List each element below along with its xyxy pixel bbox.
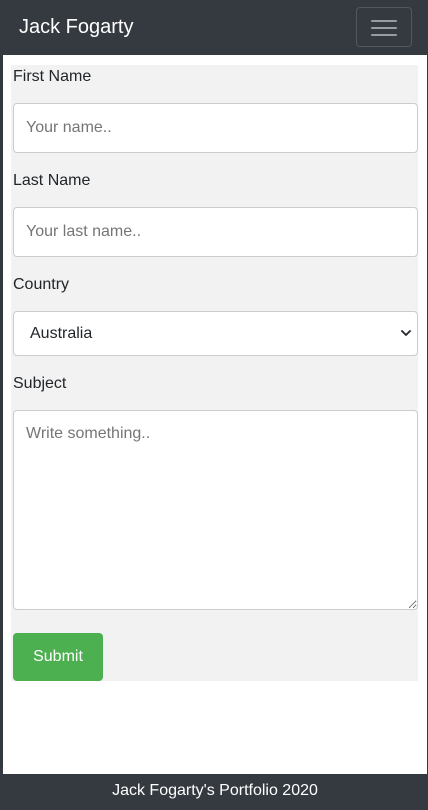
hamburger-menu-icon <box>371 18 397 38</box>
page-frame: Jack Fogarty First Name Last Name Countr… <box>0 0 428 810</box>
first-name-input[interactable] <box>13 103 418 153</box>
last-name-input[interactable] <box>13 207 418 257</box>
first-name-label: First Name <box>13 68 92 85</box>
subject-textarea[interactable] <box>13 410 418 610</box>
country-label: Country <box>13 276 70 293</box>
navbar: Jack Fogarty <box>3 0 427 55</box>
country-selected-value: Australia <box>30 325 93 342</box>
footer: Jack Fogarty's Portfolio 2020 <box>3 774 427 810</box>
navbar-toggler-button[interactable] <box>356 7 412 47</box>
chevron-down-icon <box>401 330 411 336</box>
subject-label: Subject <box>13 375 67 392</box>
submit-button[interactable]: Submit <box>13 633 103 681</box>
contact-form: First Name Last Name Country Australia S… <box>11 65 418 681</box>
country-select[interactable]: Australia <box>13 311 418 356</box>
last-name-label: Last Name <box>13 172 91 189</box>
navbar-brand[interactable]: Jack Fogarty <box>19 14 133 40</box>
